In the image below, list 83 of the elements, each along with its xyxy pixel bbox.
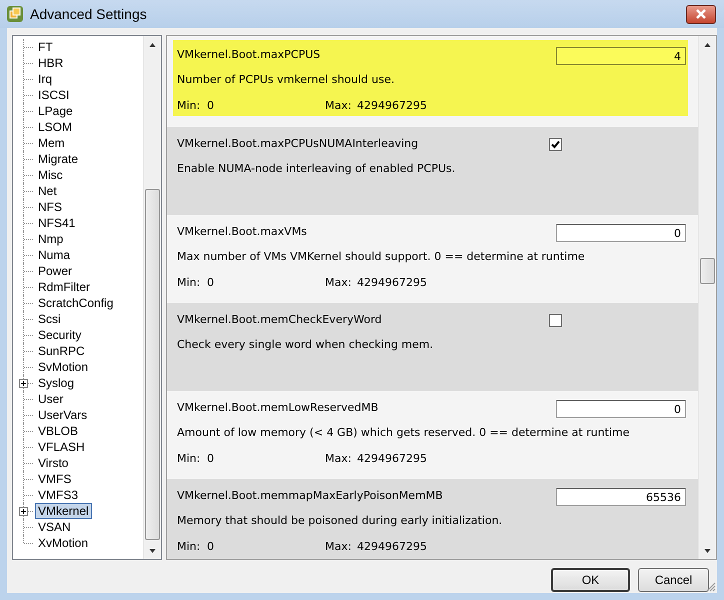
value-field[interactable]: 65536 (556, 488, 686, 506)
tree-item[interactable]: Misc (35, 167, 66, 183)
tree-item[interactable]: UserVars (35, 407, 90, 423)
cancel-button[interactable]: Cancel (638, 568, 709, 592)
min-value: 0 (207, 540, 215, 553)
setting-name: VMkernel.Boot.maxPCPUsNUMAInterleaving (177, 136, 418, 150)
setting-description: Number of PCPUs vmkernel should use. (177, 73, 396, 88)
setting-name: VMkernel.Boot.memCheckEveryWord (177, 312, 382, 326)
setting-row[interactable]: VMkernel.Boot.maxVMs 0 Max number of VMs VMKernel should support. 0 == determine at runtime Min: 0 Max: 4294967295 (167, 215, 698, 303)
close-icon[interactable] (695, 9, 707, 19)
expand-icon[interactable] (19, 379, 28, 388)
tree-item[interactable]: VFLASH (35, 439, 88, 455)
setting-description: Amount of low memory (< 4 GB) which gets reserved. 0 == determine at runtime (177, 426, 631, 441)
ok-button[interactable]: OK (551, 568, 630, 592)
max-label: Max: (325, 540, 352, 553)
tree-item[interactable]: Irq (35, 71, 56, 87)
min-value: 0 (207, 452, 215, 465)
window-title: Advanced Settings (30, 6, 148, 22)
tree-item[interactable]: Scsi (35, 311, 64, 327)
setting-row[interactable]: VMkernel.Boot.memCheckEveryWord Check every single word when checking mem. (167, 303, 698, 391)
close-button[interactable] (686, 4, 716, 24)
setting-description: Check every single word when checking mem. (177, 338, 434, 353)
tree-item[interactable]: VSAN (35, 519, 74, 535)
min-label: Min: (177, 452, 202, 465)
setting-row[interactable]: VMkernel.Boot.maxPCPUS 4 Number of PCPUs vmkernel should use. Min: 0 Max: 4294967295 (173, 40, 688, 116)
tree-item[interactable]: Security (35, 327, 84, 343)
checkbox[interactable] (549, 138, 562, 151)
setting-name: VMkernel.Boot.maxVMs (177, 224, 307, 238)
tree-item[interactable]: FT (35, 39, 56, 55)
tree-item[interactable]: SunRPC (35, 343, 88, 359)
tree-item[interactable]: VMkernel (35, 503, 92, 519)
setting-description: Memory that should be poisoned during early initialization. (177, 514, 504, 529)
tree-item[interactable]: NFS41 (35, 215, 78, 231)
max-label: Max: (325, 99, 352, 112)
tree-item[interactable]: Net (35, 183, 60, 199)
tree-item[interactable]: ISCSI (35, 87, 72, 103)
tree-item[interactable]: Virsto (35, 455, 72, 471)
setting-name: VMkernel.Boot.memmapMaxEarlyPoisonMemMB (177, 488, 443, 502)
setting-name: VMkernel.Boot.maxPCPUS (177, 47, 320, 61)
tree-item[interactable]: Migrate (35, 151, 82, 167)
setting-description: Enable NUMA-node interleaving of enabled PCPUs. (177, 162, 456, 177)
max-value: 4294967295 (357, 99, 427, 112)
min-label: Min: (177, 540, 202, 553)
tree-item[interactable]: Mem (35, 135, 68, 151)
tree-item[interactable]: SvMotion (35, 359, 92, 375)
tree-item[interactable]: Numa (35, 247, 74, 263)
tree-item[interactable]: VMFS3 (35, 487, 82, 503)
max-value: 4294967295 (357, 276, 427, 289)
value-field[interactable]: 4 (556, 47, 686, 65)
tree-item[interactable]: Syslog (35, 375, 78, 391)
setting-row[interactable]: VMkernel.Boot.maxPCPUsNUMAInterleaving Enable NUMA-node interleaving of enabled PCPUs. (167, 127, 698, 215)
tree-item[interactable]: ScratchConfig (35, 295, 116, 311)
tree-item[interactable]: NFS (35, 199, 65, 215)
value-field[interactable]: 0 (556, 224, 686, 242)
tree-item[interactable]: XvMotion (35, 535, 92, 551)
setting-name: VMkernel.Boot.memLowReservedMB (177, 400, 378, 414)
setting-row[interactable]: VMkernel.Boot.memmapMaxEarlyPoisonMemMB 65536 Memory that should be poisoned during early initialization. Min: 0 Max: 4294967295 (167, 479, 698, 559)
min-value: 0 (207, 276, 215, 289)
scrollbar-thumb[interactable] (145, 189, 160, 540)
resize-grip-icon[interactable] (706, 582, 716, 592)
tree-item[interactable]: VMFS (35, 471, 74, 487)
setting-description: Max number of VMs VMKernel should support. 0 == determine at runtime (177, 250, 586, 265)
app-icon (6, 5, 24, 23)
tree-item[interactable]: Power (35, 263, 76, 279)
tree-item[interactable]: HBR (35, 55, 66, 71)
setting-row[interactable]: VMkernel.Boot.memLowReservedMB 0 Amount of low memory (< 4 GB) which gets reserved. 0 == determine at runtime Min: 0 Max: 4294967295 (167, 391, 698, 479)
tree-item[interactable]: VBLOB (35, 423, 82, 439)
tree-item[interactable]: Nmp (35, 231, 66, 247)
max-value: 4294967295 (357, 540, 427, 553)
tree-item[interactable]: RdmFilter (35, 279, 94, 295)
tree-item[interactable]: User (35, 391, 66, 407)
max-value: 4294967295 (357, 452, 427, 465)
max-label: Max: (325, 452, 352, 465)
min-label: Min: (177, 276, 202, 289)
value-field[interactable]: 0 (556, 400, 686, 418)
checkbox[interactable] (549, 314, 562, 327)
tree-item[interactable]: LSOM (35, 119, 76, 135)
expand-icon[interactable] (19, 507, 28, 516)
min-label: Min: (177, 99, 202, 112)
tree-item[interactable]: LPage (35, 103, 76, 119)
scrollbar-thumb[interactable] (700, 258, 715, 284)
min-value: 0 (207, 99, 215, 112)
max-label: Max: (325, 276, 352, 289)
